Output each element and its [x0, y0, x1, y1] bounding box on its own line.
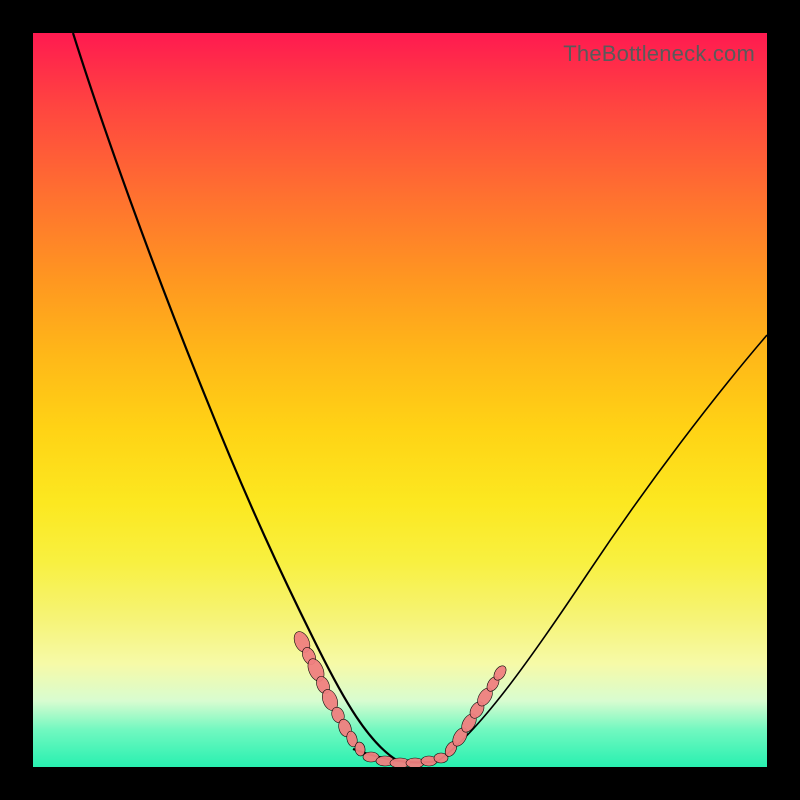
plot-area: TheBottleneck.com: [33, 33, 767, 767]
bottleneck-curve-left: [73, 33, 398, 761]
chart-frame: TheBottleneck.com: [0, 0, 800, 800]
curve-svg: [33, 33, 767, 767]
